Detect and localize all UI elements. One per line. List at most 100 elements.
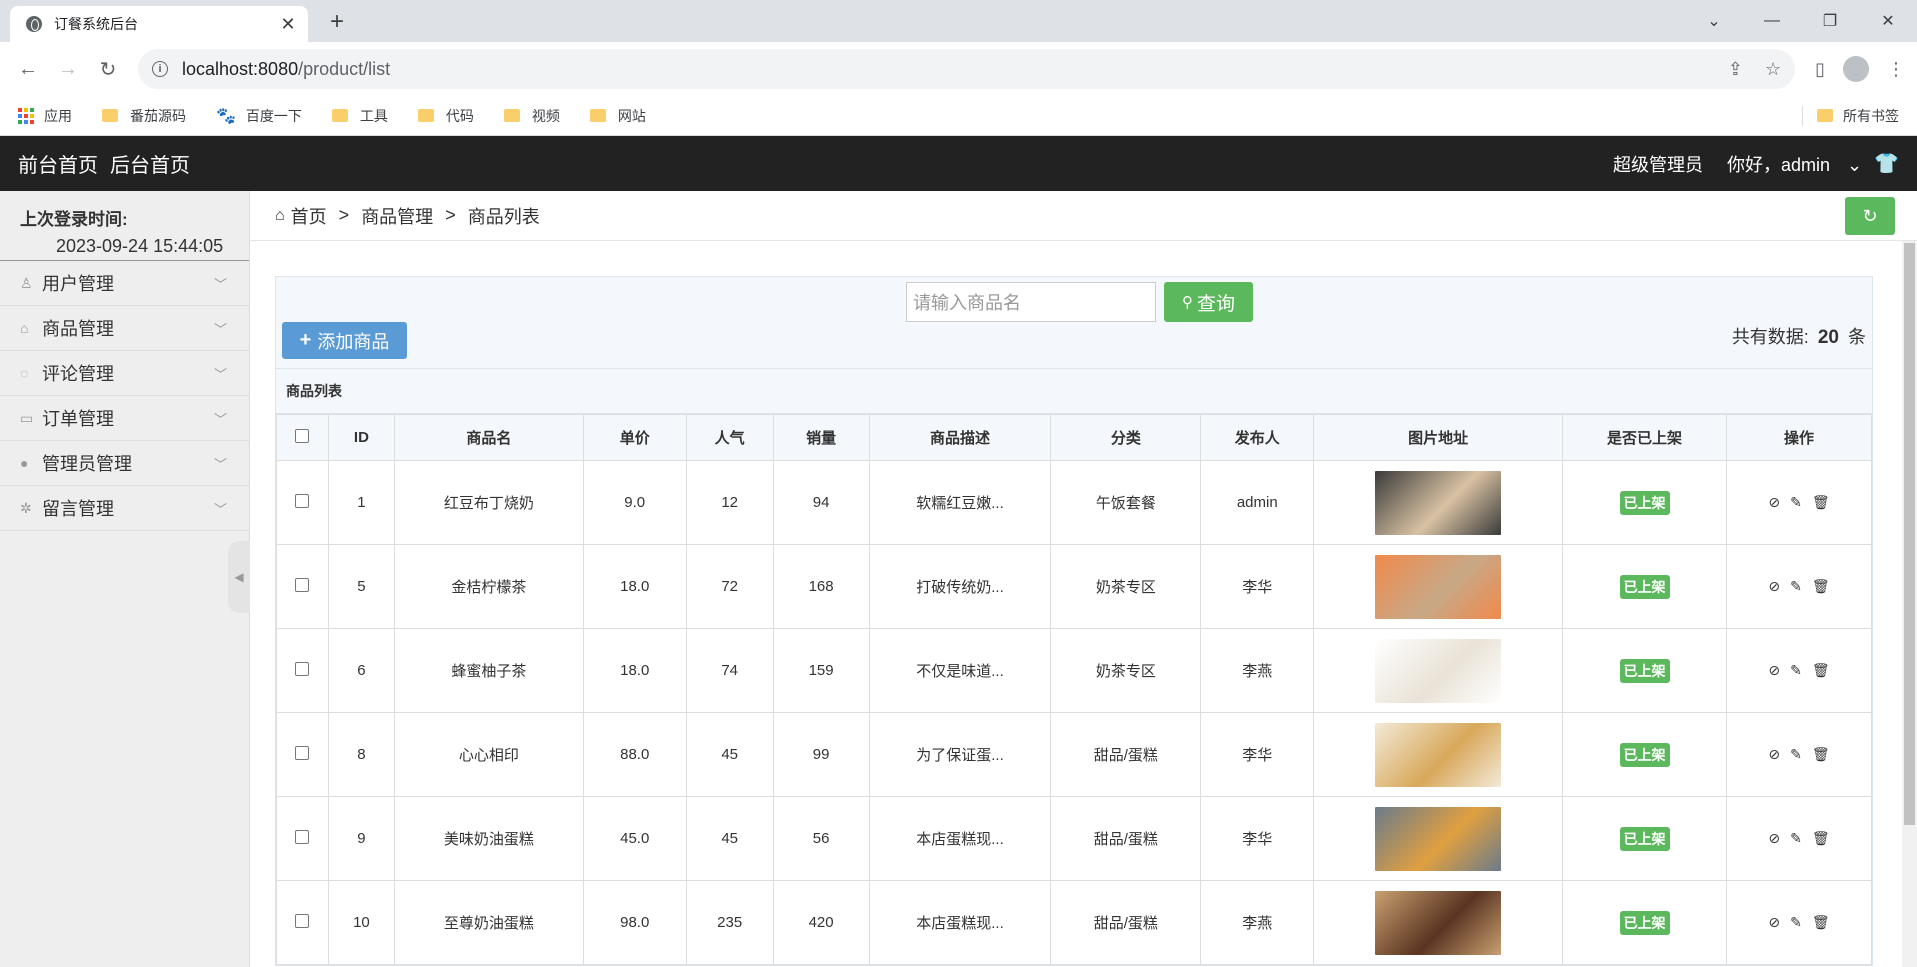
cell-select bbox=[276, 712, 329, 797]
cell-price: 9.0 bbox=[582, 460, 687, 545]
edit-pencil-icon[interactable]: ✎ bbox=[1790, 830, 1802, 846]
cell-image bbox=[1313, 628, 1564, 713]
row-checkbox[interactable] bbox=[295, 577, 310, 592]
add-product-label: 添加商品 bbox=[317, 331, 390, 352]
share-icon[interactable]: ⇪ bbox=[1728, 59, 1743, 80]
minimize-icon[interactable]: — bbox=[1743, 0, 1801, 42]
bookmark-folder[interactable]: 视频 bbox=[503, 106, 560, 126]
column-header: 图片地址 bbox=[1313, 414, 1564, 461]
browser-tab[interactable]: 订餐系统后台 ✕ bbox=[10, 6, 308, 42]
star-icon[interactable]: ☆ bbox=[1765, 59, 1781, 80]
table-row: 1 红豆布丁烧奶 9.0 12 94 软糯红豆嫩... 午饭套餐 admin 已上架 ⊘ ✎ 🗑 bbox=[276, 460, 1872, 545]
search-icon: ⚲ bbox=[1181, 294, 1193, 311]
bookmark-baidu[interactable]: 🐾 百度一下 bbox=[216, 106, 302, 126]
all-bookmarks-label: 所有书签 bbox=[1843, 107, 1899, 124]
chevron-down-icon[interactable]: ⌄ bbox=[1685, 0, 1743, 42]
back-icon[interactable]: ← bbox=[12, 53, 44, 85]
column-header: 单价 bbox=[582, 414, 687, 461]
sidebar-item-comments[interactable]: ◌ 评论管理 ﹀ bbox=[0, 351, 249, 396]
apps-icon bbox=[18, 107, 34, 124]
cell-id: 5 bbox=[327, 544, 395, 629]
baidu-paw-icon: 🐾 bbox=[216, 107, 236, 125]
check-circle-icon[interactable]: ⊘ bbox=[1768, 494, 1780, 510]
bookmark-apps[interactable]: 应用 bbox=[18, 106, 72, 126]
theme-shirt-icon[interactable]: 👕 bbox=[1874, 151, 1899, 176]
front-home-link[interactable]: 前台首页 bbox=[18, 149, 98, 178]
bookmark-folder[interactable]: 番茄源码 bbox=[102, 106, 186, 126]
all-bookmarks[interactable]: 所有书签 bbox=[1802, 105, 1899, 126]
bookmark-folder[interactable]: 工具 bbox=[331, 106, 388, 126]
admin-home-link[interactable]: 后台首页 bbox=[110, 149, 190, 178]
sidebar-item-messages[interactable]: ✲ 留言管理 ﹀ bbox=[0, 486, 249, 531]
close-window-icon[interactable]: ✕ bbox=[1859, 0, 1917, 42]
sidebar-item-users[interactable]: ♙ 用户管理 ﹀ bbox=[0, 261, 249, 306]
trash-icon[interactable]: 🗑 bbox=[1812, 494, 1830, 510]
add-product-button[interactable]: + 添加商品 bbox=[282, 322, 407, 359]
breadcrumb-home[interactable]: 首页 bbox=[291, 203, 327, 229]
menu-icon[interactable]: ⋮ bbox=[1887, 59, 1905, 80]
close-icon[interactable]: ✕ bbox=[278, 14, 298, 35]
trash-icon[interactable]: 🗑 bbox=[1812, 746, 1830, 762]
forward-icon[interactable]: → bbox=[52, 53, 84, 85]
trash-icon[interactable]: 🗑 bbox=[1812, 914, 1830, 930]
bookmark-folder[interactable]: 代码 bbox=[417, 106, 474, 126]
sidepanel-icon[interactable]: ▯ bbox=[1815, 59, 1825, 80]
cell-select bbox=[276, 460, 329, 545]
profile-avatar[interactable] bbox=[1843, 56, 1869, 82]
bookmark-folder[interactable]: 网站 bbox=[589, 106, 646, 126]
cell-name: 至尊奶油蛋糕 bbox=[393, 880, 584, 965]
chevron-down-icon: ﹀ bbox=[213, 411, 227, 427]
row-checkbox[interactable] bbox=[295, 913, 310, 928]
check-circle-icon[interactable]: ⊘ bbox=[1768, 914, 1780, 930]
row-checkbox[interactable] bbox=[295, 493, 310, 508]
sidebar-item-orders[interactable]: ▭ 订单管理 ﹀ bbox=[0, 396, 249, 441]
status-badge: 已上架 bbox=[1619, 742, 1670, 767]
row-checkbox[interactable] bbox=[295, 745, 310, 760]
check-circle-icon[interactable]: ⊘ bbox=[1768, 830, 1780, 846]
new-tab-icon[interactable]: + bbox=[330, 8, 344, 36]
cell-popularity: 72 bbox=[685, 544, 774, 629]
cell-price: 45.0 bbox=[582, 796, 687, 881]
url-input[interactable]: i localhost:8080 /product/list ⇪ ☆ bbox=[138, 49, 1796, 89]
cell-category: 午饭套餐 bbox=[1050, 460, 1202, 545]
breadcrumb-level1[interactable]: 商品管理 bbox=[361, 203, 433, 229]
column-header: 分类 bbox=[1050, 414, 1202, 461]
row-checkbox[interactable] bbox=[295, 829, 310, 844]
breadcrumb: ⌂ 首页 > 商品管理 > 商品列表 bbox=[250, 191, 1917, 241]
scrollbar[interactable] bbox=[1902, 241, 1917, 967]
status-badge: 已上架 bbox=[1619, 658, 1670, 683]
cell-popularity: 45 bbox=[685, 712, 774, 797]
trash-icon[interactable]: 🗑 bbox=[1812, 830, 1830, 846]
cell-desc: 本店蛋糕现... bbox=[868, 880, 1052, 965]
refresh-button[interactable]: ↻ bbox=[1845, 197, 1895, 235]
reload-icon[interactable]: ↻ bbox=[92, 53, 124, 85]
breadcrumb-separator: > bbox=[338, 205, 350, 225]
edit-pencil-icon[interactable]: ✎ bbox=[1790, 578, 1802, 594]
edit-pencil-icon[interactable]: ✎ bbox=[1790, 662, 1802, 678]
edit-pencil-icon[interactable]: ✎ bbox=[1790, 746, 1802, 762]
select-all-checkbox[interactable] bbox=[295, 428, 310, 443]
main-content: ⌂ 首页 > 商品管理 > 商品列表 ↻ 请输入商品名 ⚲ 查询 + 添加商品 bbox=[250, 191, 1917, 967]
check-circle-icon[interactable]: ⊘ bbox=[1768, 746, 1780, 762]
product-name-search-input[interactable]: 请输入商品名 bbox=[906, 282, 1156, 322]
sidebar-item-admins[interactable]: ● 管理员管理 ﹀ bbox=[0, 441, 249, 486]
sidebar-collapse-handle[interactable]: ◀ bbox=[228, 541, 250, 613]
query-button[interactable]: ⚲ 查询 bbox=[1164, 282, 1253, 322]
trash-icon[interactable]: 🗑 bbox=[1812, 578, 1830, 594]
total-suffix: 条 bbox=[1848, 327, 1866, 347]
trash-icon[interactable]: 🗑 bbox=[1812, 662, 1830, 678]
card-icon: ▭ bbox=[20, 409, 34, 426]
cell-ops: ⊘ ✎ 🗑 bbox=[1726, 712, 1872, 797]
bookmark-label: 百度一下 bbox=[245, 107, 302, 124]
sidebar-item-products[interactable]: ⌂ 商品管理 ﹀ bbox=[0, 306, 249, 351]
restore-icon[interactable]: ❐ bbox=[1801, 0, 1859, 42]
info-icon[interactable]: i bbox=[152, 61, 168, 77]
user-menu[interactable]: 你好，admin ⌄ bbox=[1715, 151, 1862, 177]
check-circle-icon[interactable]: ⊘ bbox=[1768, 662, 1780, 678]
row-checkbox[interactable] bbox=[295, 661, 310, 676]
column-header: 人气 bbox=[685, 414, 774, 461]
scrollbar-thumb[interactable] bbox=[1904, 243, 1915, 825]
check-circle-icon[interactable]: ⊘ bbox=[1768, 578, 1780, 594]
edit-pencil-icon[interactable]: ✎ bbox=[1790, 494, 1802, 510]
edit-pencil-icon[interactable]: ✎ bbox=[1790, 914, 1802, 930]
